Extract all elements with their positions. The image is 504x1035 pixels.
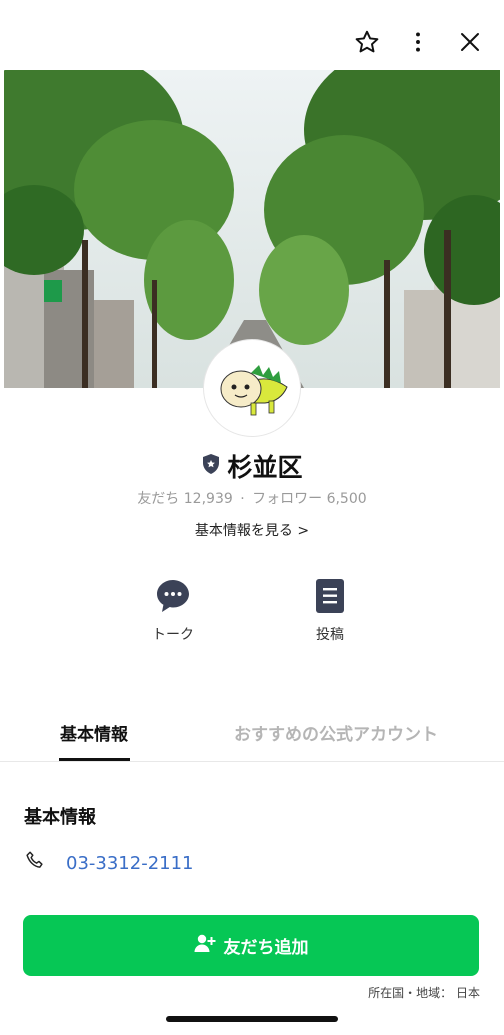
stats-separator: · <box>240 491 245 507</box>
talk-action[interactable]: トーク <box>133 578 213 644</box>
friends-count: 12,939 <box>183 491 233 507</box>
top-bar <box>0 0 504 70</box>
star-outline-icon[interactable] <box>351 26 383 58</box>
posts-action[interactable]: 投稿 <box>290 578 370 644</box>
phone-icon <box>24 850 46 876</box>
home-indicator[interactable] <box>166 1016 338 1022</box>
country-label: 所在国・地域： <box>368 986 453 1000</box>
post-list-icon <box>315 579 345 618</box>
add-person-icon <box>194 933 216 958</box>
close-icon[interactable] <box>454 26 486 58</box>
basic-info-link[interactable]: 基本情報を見る > <box>0 520 504 540</box>
phone-row[interactable]: 03-3312-2111 <box>24 850 194 876</box>
tab-bar: 基本情報 おすすめの公式アカウント <box>0 712 504 762</box>
add-friend-label: 友だち追加 <box>223 938 309 958</box>
posts-label: 投稿 <box>316 627 344 643</box>
country-value: 日本 <box>455 986 480 1000</box>
more-vertical-icon[interactable] <box>402 26 434 58</box>
followers-count: 6,500 <box>326 491 367 507</box>
phone-number-link[interactable]: 03-3312-2111 <box>66 853 194 874</box>
profile-stats: 友だち 12,939 · フォロワー 6,500 <box>0 488 504 508</box>
friends-label: 友だち <box>137 491 180 507</box>
profile-name: 杉並区 <box>227 453 303 482</box>
country-info: 所在国・地域： 日本 <box>368 984 480 1001</box>
profile-name-row: 杉並区 <box>0 448 504 484</box>
section-title: 基本情報 <box>24 807 96 828</box>
talk-label: トーク <box>152 627 194 643</box>
verified-shield-icon <box>201 453 221 479</box>
followers-label: フォロワー <box>252 491 323 507</box>
chat-bubble-icon <box>155 580 191 618</box>
tab-recommended-accounts[interactable]: おすすめの公式アカウント <box>234 720 438 745</box>
tab-indicator <box>59 758 130 761</box>
avatar <box>204 340 300 436</box>
tab-basic-info[interactable]: 基本情報 <box>60 720 128 745</box>
add-friend-button[interactable]: 友だち追加 <box>23 915 479 976</box>
